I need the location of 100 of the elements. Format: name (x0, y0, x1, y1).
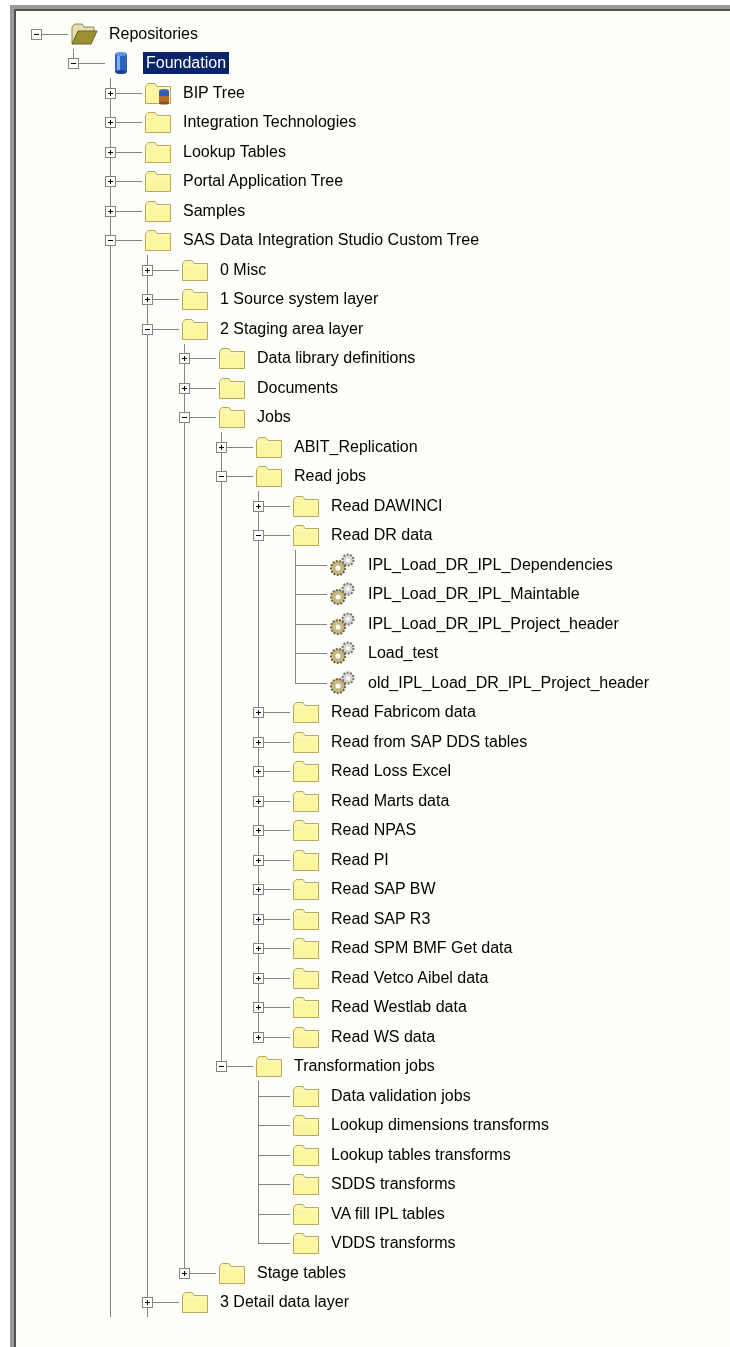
expand-toggle[interactable] (253, 943, 264, 955)
tree-item[interactable]: Integration Technologies (180, 111, 360, 134)
folder-icon (292, 523, 320, 548)
tree-item[interactable]: Read PI (328, 848, 392, 871)
expand-toggle[interactable] (253, 795, 264, 807)
tree-item[interactable]: Jobs (254, 406, 294, 429)
tree-item[interactable]: 1 Source system layer (217, 288, 382, 311)
tree-item[interactable]: Read SAP R3 (328, 907, 434, 930)
expand-toggle[interactable] (253, 500, 264, 512)
folder-icon (292, 759, 320, 784)
expand-toggle[interactable] (253, 1031, 264, 1043)
folder-icon (144, 228, 172, 253)
tree-item[interactable]: Read jobs (291, 465, 370, 488)
collapse-toggle[interactable] (105, 235, 116, 247)
tree-item[interactable]: old_IPL_Load_DR_IPL_Project_header (365, 671, 653, 694)
tree-item[interactable]: Lookup tables transforms (328, 1143, 514, 1166)
tree-item[interactable]: Read from SAP DDS tables (328, 730, 531, 753)
tree-item[interactable]: 2 Staging area layer (217, 317, 367, 340)
folder-icon (292, 936, 320, 961)
collapse-toggle[interactable] (142, 323, 153, 335)
tree-item[interactable]: IPL_Load_DR_IPL_Dependencies (365, 553, 616, 576)
expand-toggle[interactable] (179, 1267, 190, 1279)
tree-item[interactable]: Read Fabricom data (328, 701, 479, 724)
expand-toggle[interactable] (253, 766, 264, 778)
tree-item[interactable]: Data library definitions (254, 347, 419, 370)
expand-toggle[interactable] (105, 176, 116, 188)
tree-item[interactable]: VDDS transforms (328, 1232, 459, 1255)
expand-toggle[interactable] (142, 294, 153, 306)
tree-item[interactable]: 0 Misc (217, 258, 270, 281)
folder-icon (292, 700, 320, 725)
tree-item[interactable]: Read Marts data (328, 789, 453, 812)
expand-toggle[interactable] (105, 87, 116, 99)
folder-icon (218, 375, 246, 400)
tree-item[interactable]: SAS Data Integration Studio Custom Tree (180, 229, 483, 252)
collapse-toggle[interactable] (216, 1061, 227, 1073)
tree-item[interactable]: IPL_Load_DR_IPL_Maintable (365, 583, 583, 606)
tree-item[interactable]: Foundation (143, 52, 230, 75)
gears-icon (329, 670, 357, 695)
expand-toggle[interactable] (253, 854, 264, 866)
expand-toggle[interactable] (142, 264, 153, 276)
folder-icon (292, 729, 320, 754)
expand-toggle[interactable] (253, 972, 264, 984)
folder-icon (292, 1142, 320, 1167)
expand-toggle[interactable] (253, 1002, 264, 1014)
collapse-toggle[interactable] (179, 412, 190, 424)
tree-item[interactable]: IPL_Load_DR_IPL_Project_header (365, 612, 622, 635)
expand-toggle[interactable] (253, 707, 264, 719)
folder-icon (292, 877, 320, 902)
tree-item[interactable]: Load_test (365, 642, 442, 665)
expand-toggle[interactable] (179, 353, 190, 365)
expand-toggle[interactable] (253, 736, 264, 748)
expand-toggle[interactable] (216, 441, 227, 453)
tree-item[interactable]: Read Westlab data (328, 996, 470, 1019)
tree-item[interactable]: Lookup Tables (180, 140, 289, 163)
tree-item[interactable]: Stage tables (254, 1261, 349, 1284)
folder-icon (292, 995, 320, 1020)
folder-icon (144, 139, 172, 164)
expand-toggle[interactable] (253, 825, 264, 837)
tree-item[interactable]: Read Loss Excel (328, 760, 455, 783)
folder-icon (292, 1201, 320, 1226)
expand-toggle[interactable] (142, 1297, 153, 1309)
gears-icon (329, 611, 357, 636)
tree-item[interactable]: Read Vetco Aibel data (328, 966, 492, 989)
folder-icon (292, 906, 320, 931)
tree-item[interactable]: Transformation jobs (291, 1055, 438, 1078)
expand-toggle[interactable] (253, 913, 264, 925)
tree-item[interactable]: Documents (254, 376, 341, 399)
expand-toggle[interactable] (179, 382, 190, 394)
folder-icon (292, 1024, 320, 1049)
collapse-toggle[interactable] (216, 471, 227, 483)
tree-item[interactable]: ABIT_Replication (291, 435, 421, 458)
tree-item[interactable]: VA fill IPL tables (328, 1202, 448, 1225)
tree-item[interactable]: Portal Application Tree (180, 170, 347, 193)
folder-icon (144, 110, 172, 135)
tree-item[interactable]: Read SPM BMF Get data (328, 937, 516, 960)
tree-item[interactable]: Read DR data (328, 524, 436, 547)
folder-icon (181, 287, 209, 312)
folder-icon (181, 1290, 209, 1315)
tree-item[interactable]: Samples (180, 199, 249, 222)
tree-item[interactable]: Read SAP BW (328, 878, 439, 901)
tree-item[interactable]: Read NPAS (328, 819, 420, 842)
tree-item[interactable]: Read DAWINCI (328, 494, 446, 517)
tree-item[interactable]: Repositories (106, 22, 201, 45)
collapse-toggle[interactable] (68, 58, 79, 70)
collapse-toggle[interactable] (253, 530, 264, 542)
folder-icon (255, 464, 283, 489)
tree-item[interactable]: Lookup dimensions transforms (328, 1114, 552, 1137)
tree-item[interactable]: 3 Detail data layer (217, 1291, 352, 1314)
tree-item[interactable]: Data validation jobs (328, 1084, 474, 1107)
open-folder-icon (70, 21, 98, 46)
tree-item[interactable]: Read WS data (328, 1025, 439, 1048)
tree-item[interactable]: SDDS transforms (328, 1173, 459, 1196)
expand-toggle[interactable] (105, 205, 116, 217)
tree-item[interactable]: BIP Tree (180, 81, 248, 104)
collapse-toggle[interactable] (31, 28, 42, 40)
expand-toggle[interactable] (105, 117, 116, 129)
expand-toggle[interactable] (253, 884, 264, 896)
folder-icon (218, 1260, 246, 1285)
expand-toggle[interactable] (105, 146, 116, 158)
folder-icon (292, 818, 320, 843)
